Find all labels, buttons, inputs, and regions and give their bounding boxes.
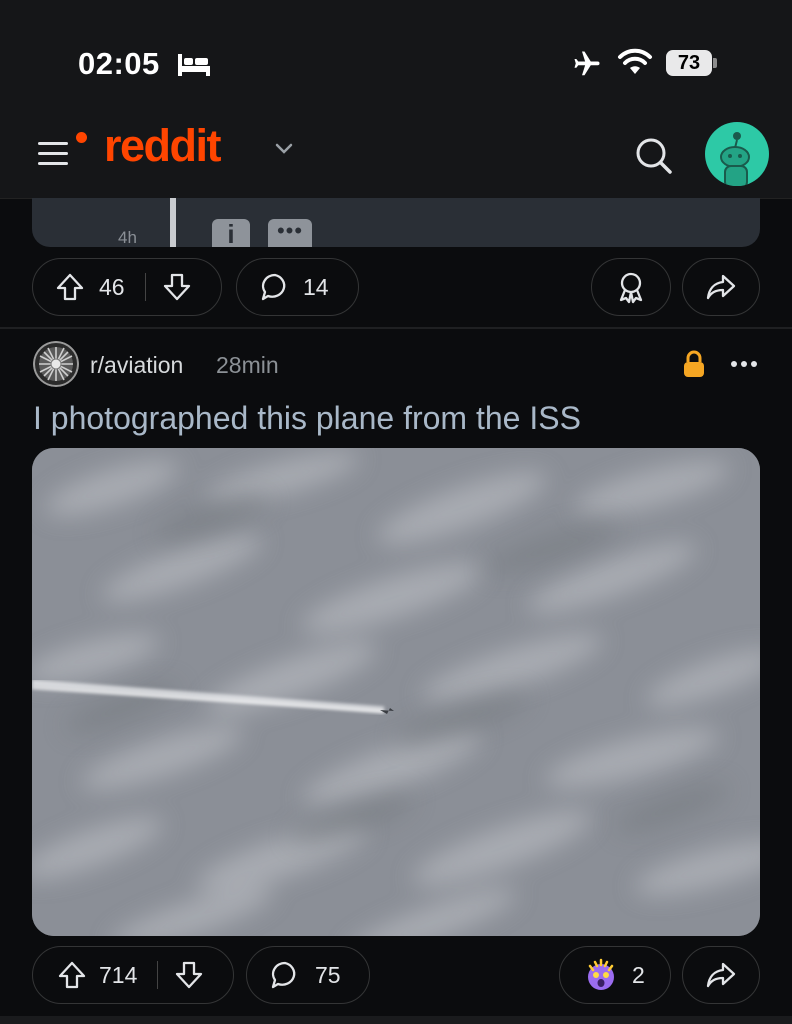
vote-separator (144, 273, 146, 301)
snoo-avatar-icon (720, 132, 750, 186)
post-time: 28min (216, 352, 279, 378)
more-options-icon[interactable]: ••• (268, 219, 312, 247)
menu-icon[interactable] (38, 140, 72, 168)
search-icon[interactable] (634, 136, 674, 176)
previous-award-button[interactable] (591, 258, 671, 316)
upvote-icon[interactable] (57, 960, 87, 990)
post-image[interactable] (32, 448, 760, 936)
share-icon (706, 962, 736, 988)
status-bar: 02:05 73 (0, 0, 792, 110)
post-divider (0, 327, 792, 329)
previous-post-card[interactable]: 4h i ••• (32, 198, 760, 249)
previous-post-divider (170, 198, 176, 247)
upvote-icon[interactable] (55, 272, 85, 302)
downvote-icon[interactable] (162, 272, 192, 302)
battery-indicator: 73 (666, 50, 712, 76)
jet-engine-icon (33, 341, 79, 387)
battery-nub (713, 58, 717, 68)
more-options-icon[interactable] (730, 360, 758, 368)
post-vote-pill: 714 (32, 946, 234, 1004)
status-time: 02:05 (78, 46, 160, 81)
bottom-divider (0, 1016, 792, 1024)
vote-separator (157, 961, 159, 989)
post-award-button[interactable]: 2 (559, 946, 671, 1004)
post-comments-button[interactable]: 75 (246, 946, 370, 1004)
comment-icon (261, 273, 286, 301)
comment-icon (271, 961, 296, 989)
info-icon[interactable]: i (212, 219, 250, 249)
downvote-icon[interactable] (174, 960, 204, 990)
wifi-icon (618, 48, 652, 74)
mind-blown-award-icon (588, 958, 614, 990)
award-icon (619, 272, 643, 304)
post-title[interactable]: I photographed this plane from the ISS (33, 400, 581, 437)
reddit-logo[interactable]: reddit (104, 120, 222, 172)
previous-post-time: 4h (118, 228, 137, 247)
comment-count: 14 (303, 273, 329, 300)
bed-icon (178, 54, 210, 76)
post-share-button[interactable] (682, 946, 760, 1004)
share-icon (706, 274, 736, 300)
airplane-mode-icon (574, 51, 600, 76)
previous-comments-button[interactable]: 14 (236, 258, 359, 316)
upvote-count: 714 (99, 961, 138, 988)
notification-dot (76, 132, 87, 143)
previous-share-button[interactable] (682, 258, 760, 316)
app-header: reddit (0, 110, 792, 199)
comment-count: 75 (315, 961, 341, 988)
chevron-down-icon[interactable] (274, 142, 294, 156)
previous-vote-pill: 46 (32, 258, 222, 316)
lock-icon (684, 350, 704, 377)
subreddit-avatar[interactable] (33, 341, 79, 387)
sky-photo (32, 448, 760, 936)
upvote-count: 46 (99, 273, 125, 300)
user-avatar[interactable] (705, 122, 769, 186)
award-count: 2 (632, 961, 645, 988)
subreddit-name[interactable]: r/aviation (90, 352, 183, 379)
